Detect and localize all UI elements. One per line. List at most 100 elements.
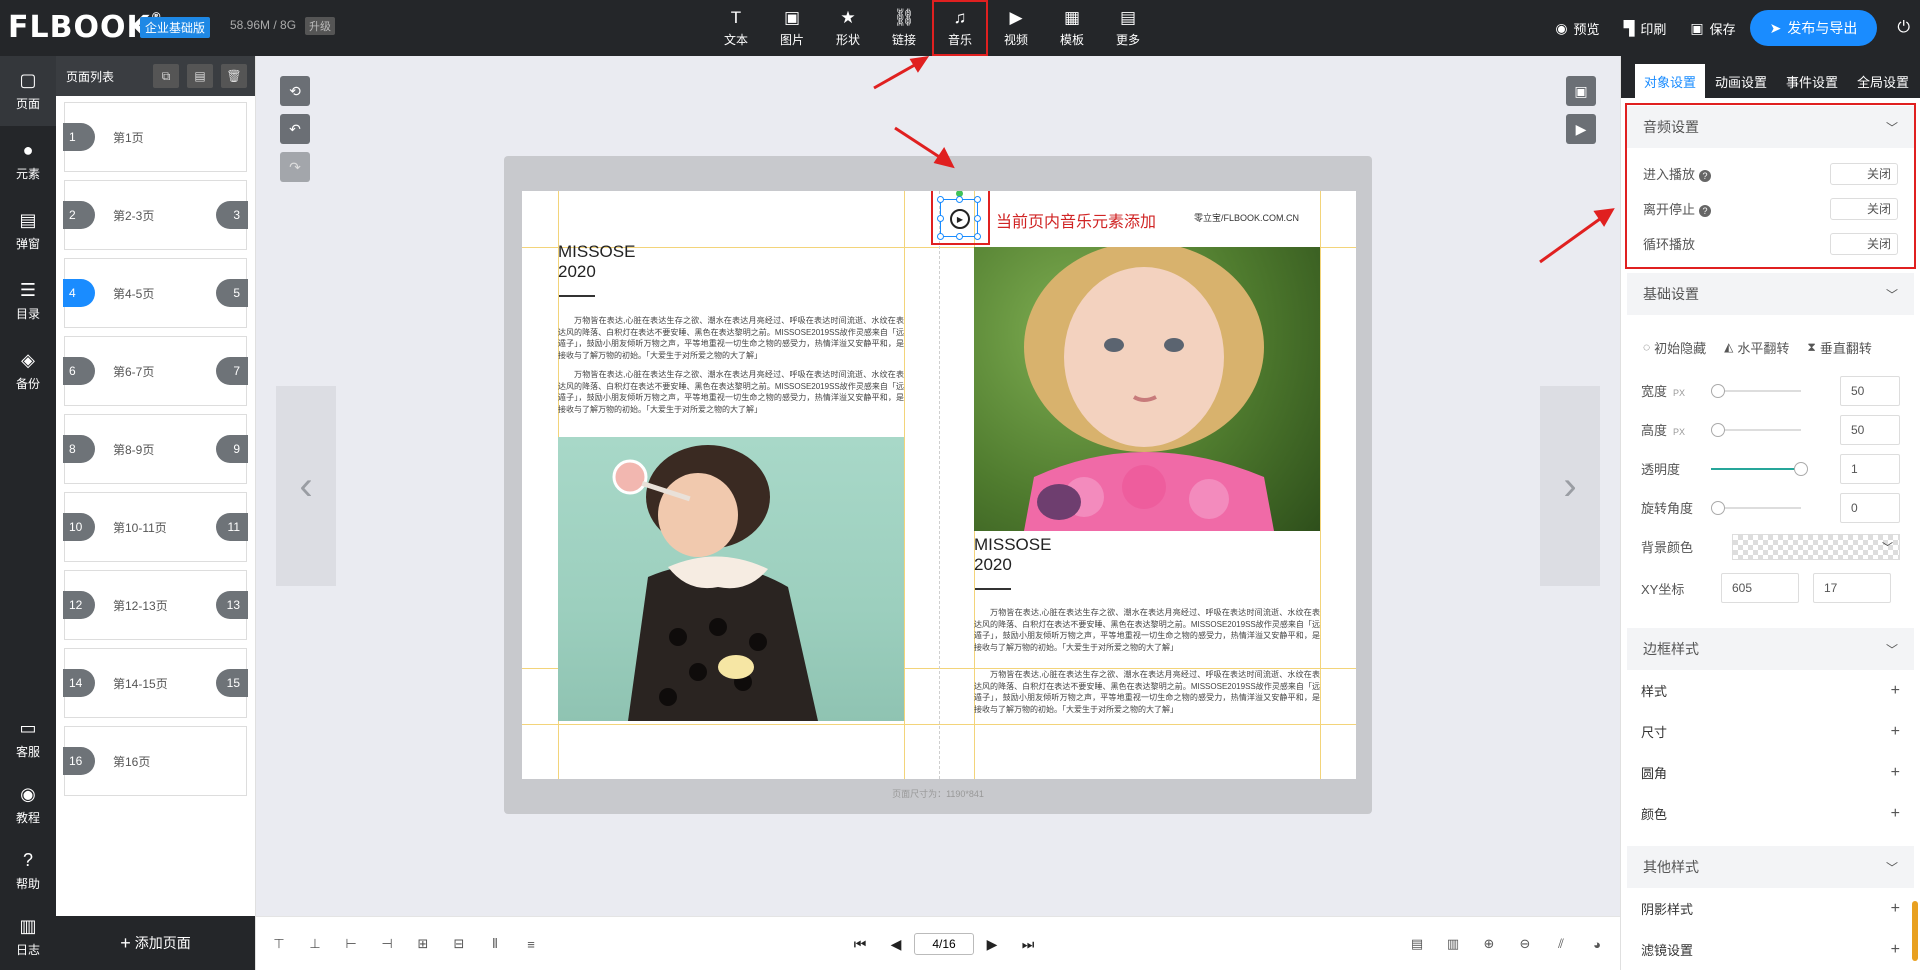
width-input[interactable]: 50 xyxy=(1840,375,1900,406)
power-icon[interactable]: ⏻ xyxy=(1897,19,1910,37)
tab-object-settings[interactable]: 对象设置 xyxy=(1635,64,1706,98)
enter-play-toggle[interactable]: 关闭 xyxy=(1830,162,1898,185)
prev-page-icon[interactable]: ◀ xyxy=(886,934,906,954)
height-input[interactable]: 50 xyxy=(1840,414,1900,445)
align-right-icon[interactable]: ⊣ xyxy=(376,933,398,955)
align-center-h-icon[interactable]: ⊟ xyxy=(448,933,470,955)
rail-help[interactable]: ? 帮助 xyxy=(0,838,56,904)
redo-icon[interactable]: ↷ xyxy=(280,152,310,182)
bg-color-picker[interactable]: ﹀ xyxy=(1732,533,1900,560)
audio-settings-header[interactable]: 音频设置 ﹀ xyxy=(1627,106,1914,148)
resize-handle[interactable] xyxy=(974,233,981,240)
left-paragraph-2[interactable]: 万物皆在表达,心脏在表达生存之欲、潮水在表达月亮经过、呼吸在表达时间流逝、水纹在… xyxy=(558,369,904,415)
save-button[interactable]: ▣ 保存 xyxy=(1690,19,1735,38)
slider-knob[interactable] xyxy=(1711,383,1726,398)
theme-icon[interactable]: ◕ xyxy=(1586,933,1608,955)
rail-catalog[interactable]: ☰ 目录 xyxy=(0,266,56,336)
tab-event-settings[interactable]: 事件设置 xyxy=(1777,64,1847,98)
align-top-icon[interactable]: ⊤ xyxy=(268,933,290,955)
resize-handle[interactable] xyxy=(937,196,944,203)
flip-vertical-button[interactable]: ⧗ 垂直翻转 xyxy=(1807,338,1871,357)
single-page-icon[interactable]: ▤ xyxy=(1406,933,1428,955)
resize-handle[interactable] xyxy=(956,233,963,240)
plus-icon[interactable]: + xyxy=(1891,682,1900,700)
preview-button[interactable]: ◉ 预览 xyxy=(1555,19,1599,38)
history-icon[interactable]: ⟲ xyxy=(280,76,310,106)
align-center-v-icon[interactable]: ⊞ xyxy=(412,933,434,955)
question-icon[interactable]: ? xyxy=(1699,205,1712,217)
tool-music[interactable]: ♫ 音乐 xyxy=(932,0,988,56)
publish-button[interactable]: ➤ 发布与导出 xyxy=(1749,10,1878,46)
opacity-slider[interactable] xyxy=(1711,461,1808,477)
rail-pages[interactable]: ▢ 页面 xyxy=(0,56,56,126)
tool-shape[interactable]: ★ 形状 xyxy=(820,0,876,56)
page-list-item[interactable]: 14 第14-15页 15 xyxy=(63,648,248,718)
rail-service[interactable]: ▭ 客服 xyxy=(0,706,56,772)
other-style-header[interactable]: 其他样式 ﹀ xyxy=(1627,846,1914,888)
rail-backup[interactable]: ◈ 备份 xyxy=(0,336,56,406)
rotate-slider[interactable] xyxy=(1711,500,1801,516)
initial-hide-button[interactable]: ◌ 初始隐藏 xyxy=(1643,338,1706,357)
rotate-input[interactable]: 0 xyxy=(1840,492,1900,523)
slider-knob[interactable] xyxy=(1711,422,1726,437)
last-page-icon[interactable]: ⏭ xyxy=(1018,934,1038,954)
undo-icon[interactable]: ↶ xyxy=(280,114,310,144)
panel-scrollbar[interactable] xyxy=(1912,901,1918,961)
tab-global-settings[interactable]: 全局设置 xyxy=(1848,64,1918,98)
upgrade-button[interactable]: 升级 xyxy=(305,17,335,35)
height-slider[interactable] xyxy=(1711,422,1801,438)
slider-knob[interactable] xyxy=(1711,500,1726,515)
left-title[interactable]: MISSOSE 2020 xyxy=(558,242,635,282)
loop-play-toggle[interactable]: 关闭 xyxy=(1830,232,1898,255)
page-list-item[interactable]: 6 第6-7页 7 xyxy=(63,336,248,406)
play-preview-icon[interactable]: ▶ xyxy=(1566,114,1596,144)
x-input[interactable]: 605 xyxy=(1721,573,1799,603)
page-list-item[interactable]: 16 第16页 xyxy=(63,726,247,796)
page-list-item[interactable]: 12 第12-13页 13 xyxy=(63,570,248,640)
flip-horizontal-button[interactable]: ◭ 水平翻转 xyxy=(1724,338,1789,357)
tab-animation-settings[interactable]: 动画设置 xyxy=(1706,64,1776,98)
border-style-header[interactable]: 边框样式 ﹀ xyxy=(1627,628,1914,670)
rail-popup[interactable]: ▤ 弹窗 xyxy=(0,196,56,266)
page-number-input[interactable] xyxy=(914,933,974,955)
audio-play-icon[interactable]: ▶ xyxy=(950,209,970,229)
rail-log[interactable]: ▥ 日志 xyxy=(0,904,56,970)
tool-text[interactable]: T 文本 xyxy=(708,0,764,56)
child-photo-left[interactable] xyxy=(558,437,904,721)
plus-icon[interactable]: + xyxy=(1891,764,1900,782)
tool-template[interactable]: ▦ 模板 xyxy=(1044,0,1100,56)
page-list-item[interactable]: 2 第2-3页 3 xyxy=(63,180,248,250)
rail-elements[interactable]: ● 元素 xyxy=(0,126,56,196)
page-settings-icon[interactable]: ▣ xyxy=(1566,76,1596,106)
resize-handle[interactable] xyxy=(937,233,944,240)
page-list-item[interactable]: 4 第4-5页 5 xyxy=(63,258,248,328)
guides-icon[interactable]: ⫽ xyxy=(1550,933,1572,955)
first-page-icon[interactable]: ⏮ xyxy=(850,934,870,954)
right-paragraph-1[interactable]: 万物皆在表达,心脏在表达生存之欲、潮水在表达月亮经过、呼吸在表达时间流逝、水纹在… xyxy=(974,607,1320,653)
resize-handle[interactable] xyxy=(974,196,981,203)
plus-icon[interactable]: + xyxy=(1891,941,1900,959)
plus-icon[interactable]: + xyxy=(1891,805,1900,823)
align-left-icon[interactable]: ⊢ xyxy=(340,933,362,955)
print-button[interactable]: ▜ 印刷 xyxy=(1624,19,1667,38)
resize-handle[interactable] xyxy=(974,215,981,222)
y-input[interactable]: 17 xyxy=(1813,573,1891,603)
add-page-button[interactable]: + 添加页面 xyxy=(56,916,255,970)
resize-handle[interactable] xyxy=(956,196,963,203)
slider-knob[interactable] xyxy=(1794,461,1808,476)
double-page-icon[interactable]: ▥ xyxy=(1442,933,1464,955)
left-paragraph-1[interactable]: 万物皆在表达,心脏在表达生存之欲、潮水在表达月亮经过、呼吸在表达时间流逝、水纹在… xyxy=(558,315,904,361)
tool-more[interactable]: ▤ 更多 xyxy=(1100,0,1156,56)
plus-icon[interactable]: + xyxy=(1891,900,1900,918)
right-paragraph-2[interactable]: 万物皆在表达,心脏在表达生存之欲、潮水在表达月亮经过、呼吸在表达时间流逝、水纹在… xyxy=(974,669,1320,715)
zoom-in-icon[interactable]: ⊕ xyxy=(1478,933,1500,955)
resize-handle[interactable] xyxy=(937,215,944,222)
distribute-h-icon[interactable]: ⫴ xyxy=(484,933,506,955)
audio-element[interactable]: ▶ xyxy=(937,191,981,240)
prev-page-arrow[interactable]: ‹ xyxy=(276,386,336,586)
page-list-item[interactable]: 10 第10-11页 11 xyxy=(63,492,248,562)
width-slider[interactable] xyxy=(1711,383,1801,399)
site-label[interactable]: 零立宝/FLBOOK.COM.CN xyxy=(1194,211,1299,224)
delete-page-icon[interactable]: 🗑 xyxy=(221,64,247,88)
right-title[interactable]: MISSOSE 2020 xyxy=(974,535,1051,575)
